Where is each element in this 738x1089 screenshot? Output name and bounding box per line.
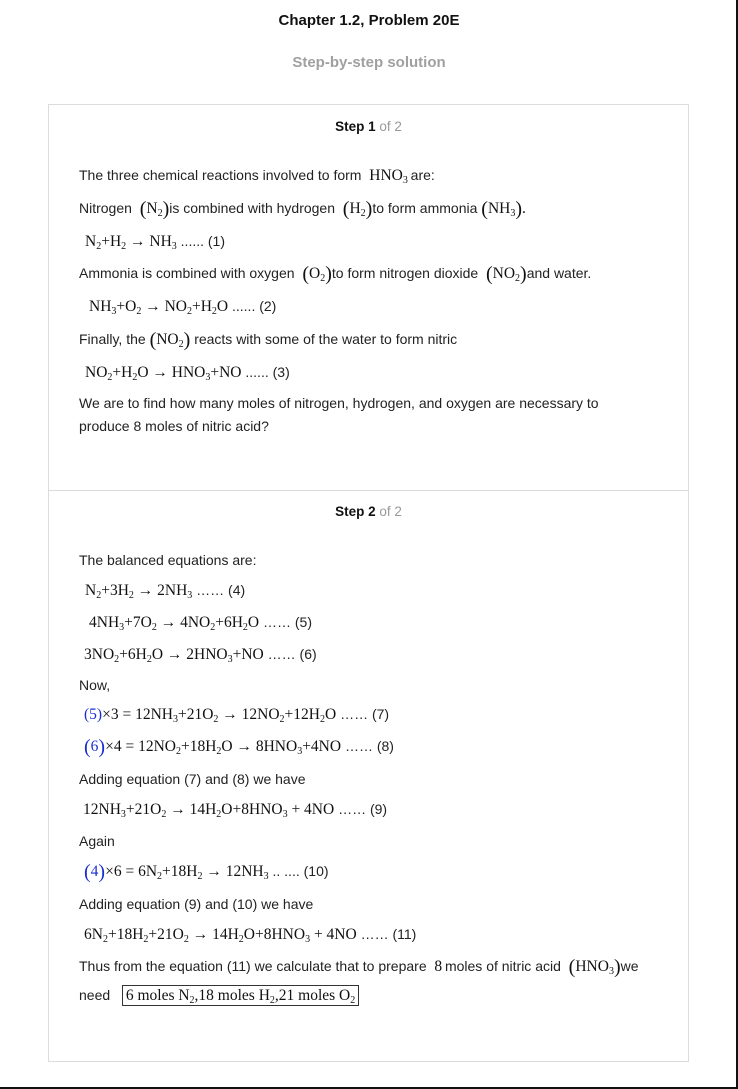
step1-question-line1: We are to find how many moles of nitroge… — [79, 395, 599, 411]
step2-adding-9-10: Adding equation (9) and (10) we have — [79, 896, 314, 912]
equation-4: N2+3H2 → 2NH3 …… (4) — [85, 582, 246, 601]
step2-need-line: need 6 moles N2,18 moles H2,21 moles O2 — [79, 985, 360, 1006]
equation-11: 6N2+18H2+21O2 → 14H2O+8HNO3 + 4NO …… (11… — [84, 926, 417, 945]
page-title: Chapter 1.2, Problem 20E — [278, 12, 460, 29]
equation-6: 3NO2+6H2O → 2HNO3+NO …… (6) — [84, 646, 317, 665]
step2-thus-line: Thus from the equation (11) we calculate… — [79, 956, 639, 978]
step2-now: Now, — [79, 677, 111, 693]
equation-8: (6)×4 = 12NO2+18H2O → 8HNO3+4NO …… (8) — [84, 736, 394, 758]
step1-label: Step 1 — [335, 119, 376, 134]
step-separator — [49, 490, 688, 491]
step1-question-line2: produce 8 moles of nitric acid? — [79, 418, 269, 434]
final-answer-box: 6 moles N2,18 moles H2,21 moles O2 — [121, 985, 360, 1006]
step2-label: Step 2 — [335, 504, 376, 519]
step1-of: of 2 — [375, 119, 402, 134]
step2-of: of 2 — [375, 504, 402, 519]
equation-3: NO2+H2O → HNO3+NO ...... (3) — [85, 364, 290, 383]
equation-5: 4NH3+7O2 → 4NO2+6H2O …… (5) — [89, 614, 312, 633]
page-subtitle: Step-by-step solution — [292, 54, 446, 71]
equation-9: 12NH3+21O2 → 14H2O+8HNO3 + 4NO …… (9) — [83, 801, 388, 820]
equation-10: (4)×6 = 6N2+18H2 → 12NH3 .. .... (10) — [84, 861, 329, 883]
step2-header: Step 2 of 2 — [49, 504, 688, 519]
step2-balanced-text: The balanced equations are: — [79, 552, 257, 568]
step2-again: Again — [79, 833, 115, 849]
step1-nitrogen-line: Nitrogen (N2)is combined with hydrogen (… — [79, 198, 526, 220]
step2-adding-7-8: Adding equation (7) and (8) we have — [79, 771, 306, 787]
step1-header: Step 1 of 2 — [49, 119, 688, 134]
equation-2: NH3+O2 → NO2+H2O ...... (2) — [89, 298, 277, 317]
equation-7: (5)×3 = 12NH3+21O2 → 12NO2+12H2O …… (7) — [84, 706, 390, 725]
hno3-formula: HNO3 — [369, 167, 408, 186]
step1-ammonia-line: Ammonia is combined with oxygen (O2)to f… — [79, 263, 592, 285]
solution-box: Step 1 of 2 The three chemical reactions… — [48, 104, 689, 1062]
step1-finally-line: Finally, the (NO2) reacts with some of t… — [79, 329, 458, 351]
equation-1: N2+H2 → NH3 ...... (1) — [85, 233, 226, 252]
step1-intro: The three chemical reactions involved to… — [79, 167, 435, 186]
